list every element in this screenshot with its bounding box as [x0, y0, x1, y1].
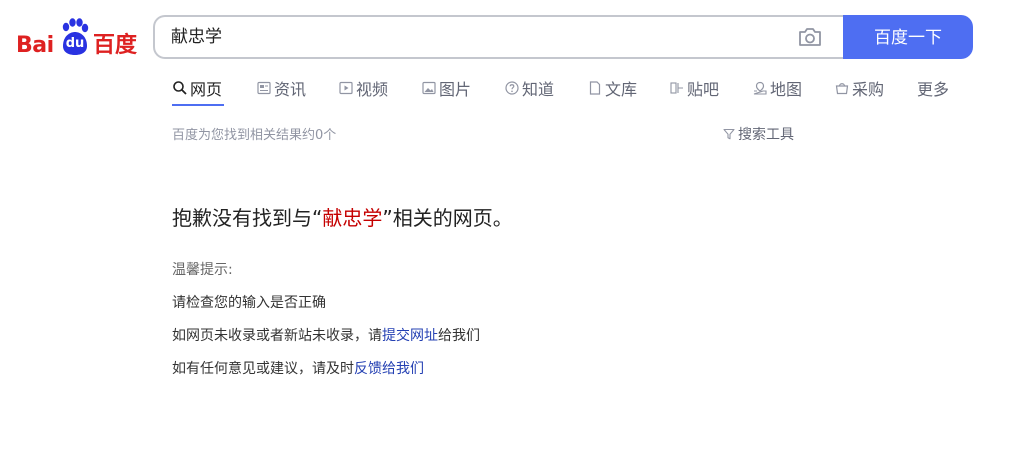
search-icon — [173, 81, 187, 95]
tip-submit-suffix: 给我们 — [438, 328, 480, 344]
tab-web[interactable]: 网页 — [172, 76, 222, 100]
tab-label: 网页 — [190, 80, 223, 99]
no-result-prefix: 抱歉没有找到与“ — [172, 206, 323, 230]
tip-submit-url: 如网页未收录或者新站未收录，请提交网址给我们 — [172, 326, 480, 359]
submit-url-link[interactable]: 提交网址 — [382, 328, 438, 344]
no-result-keyword: 献忠学 — [322, 206, 383, 230]
tab-label: 知道 — [522, 80, 555, 99]
tip-check-input: 请检查您的输入是否正确 — [172, 295, 326, 311]
tab-zhidao[interactable]: 知道 — [504, 76, 554, 100]
filter-icon — [723, 128, 735, 140]
tips-section: 温馨提示: 请检查您的输入是否正确 如网页未收录或者新站未收录，请提交网址给我们… — [172, 260, 480, 392]
search-input[interactable] — [171, 17, 771, 57]
active-tab-indicator — [172, 104, 224, 106]
tip-submit-text: 如网页未收录或者新站未收录，请 — [172, 328, 382, 344]
search-box — [153, 15, 843, 59]
logo-bai-text: Bai — [16, 33, 54, 58]
camera-icon[interactable] — [797, 26, 823, 48]
logo-baidu-text: 百度 — [93, 33, 138, 58]
feedback-link[interactable]: 反馈给我们 — [354, 361, 424, 377]
tab-label: 地图 — [770, 80, 803, 99]
basket-icon — [835, 83, 849, 95]
tab-news[interactable]: 资讯 — [256, 76, 306, 100]
tip-feedback: 如有任何意见或建议，请及时反馈给我们 — [172, 359, 480, 392]
no-result-heading: 抱歉没有找到与“献忠学”相关的网页。 — [172, 202, 513, 231]
baidu-logo[interactable]: Bai du 百度 — [16, 18, 138, 58]
tab-wenku[interactable]: 文库 — [587, 76, 637, 100]
no-result-suffix: ”相关的网页。 — [382, 206, 513, 230]
tab-label: 采购 — [852, 80, 885, 99]
tab-label: 资讯 — [274, 80, 307, 99]
result-count: 百度为您找到相关结果约0个 — [172, 128, 337, 143]
tab-tieba[interactable]: 贴吧 — [669, 76, 719, 100]
tab-label: 贴吧 — [687, 80, 720, 99]
search-tools-button[interactable]: 搜索工具 — [723, 124, 794, 144]
doc-icon — [589, 81, 601, 95]
video-icon — [339, 81, 353, 95]
tab-map[interactable]: 地图 — [752, 76, 802, 100]
question-icon — [505, 81, 519, 95]
search-tools-label: 搜索工具 — [738, 127, 794, 143]
logo-du-text: du — [65, 36, 85, 51]
tips-title: 温馨提示: — [172, 262, 233, 278]
tab-video[interactable]: 视频 — [338, 76, 388, 100]
tip-feedback-text: 如有任何意见或建议，请及时 — [172, 361, 354, 377]
search-button[interactable]: 百度一下 — [843, 15, 973, 59]
tab-label: 文库 — [605, 80, 638, 99]
tab-label: 视频 — [356, 80, 389, 99]
tab-label: 图片 — [439, 80, 472, 99]
map-icon — [753, 81, 767, 95]
tab-purchase[interactable]: 采购 — [834, 76, 884, 100]
tab-label: 更多 — [917, 80, 950, 99]
image-icon — [422, 81, 436, 95]
tab-more[interactable]: 更多 — [917, 76, 949, 100]
tieba-icon — [670, 82, 683, 94]
tab-images[interactable]: 图片 — [421, 76, 471, 100]
news-icon — [257, 81, 271, 95]
